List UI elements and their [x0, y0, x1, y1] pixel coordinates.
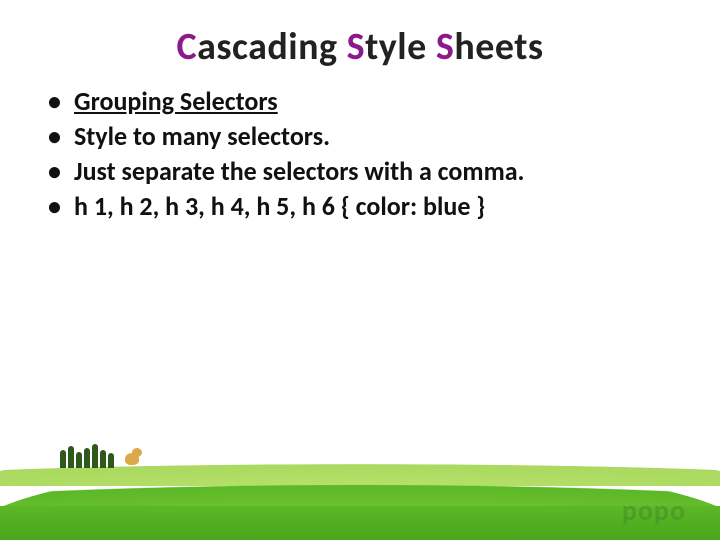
- bullet-text: Just separate the selectors with a comma…: [74, 155, 525, 187]
- title-accent-1: C: [176, 24, 197, 70]
- landscape-decoration: popo: [0, 425, 720, 540]
- slide: Cascading Style Sheets Grouping Selector…: [0, 0, 720, 540]
- title-accent-3: S: [436, 24, 454, 70]
- grass-near: [0, 506, 720, 540]
- grass-mid: [0, 462, 720, 540]
- animal-icon: [122, 448, 144, 470]
- bullet-text: Grouping Selectors: [74, 85, 278, 117]
- slide-title: Cascading Style Sheets: [0, 0, 720, 70]
- trees-icon: [60, 444, 114, 468]
- bullet-text: h 1, h 2, h 3, h 4, h 5, h 6 { color: bl…: [74, 190, 485, 222]
- bullet-item: Style to many selectors.: [48, 119, 700, 154]
- slide-content: Grouping Selectors Style to many selecto…: [0, 70, 720, 224]
- watermark-text: popo: [622, 493, 686, 528]
- grass-far: [0, 450, 720, 486]
- bullet-text: Style to many selectors.: [74, 120, 330, 152]
- bullet-list: Grouping Selectors Style to many selecto…: [48, 84, 700, 224]
- title-part-1: ascading: [197, 24, 347, 70]
- bullet-item: Just separate the selectors with a comma…: [48, 154, 700, 189]
- title-accent-2: S: [347, 24, 365, 70]
- bullet-item: Grouping Selectors: [48, 84, 700, 119]
- bullet-item: h 1, h 2, h 3, h 4, h 5, h 6 { color: bl…: [48, 189, 700, 224]
- title-part-3: heets: [454, 24, 543, 70]
- title-part-2: tyle: [365, 24, 436, 70]
